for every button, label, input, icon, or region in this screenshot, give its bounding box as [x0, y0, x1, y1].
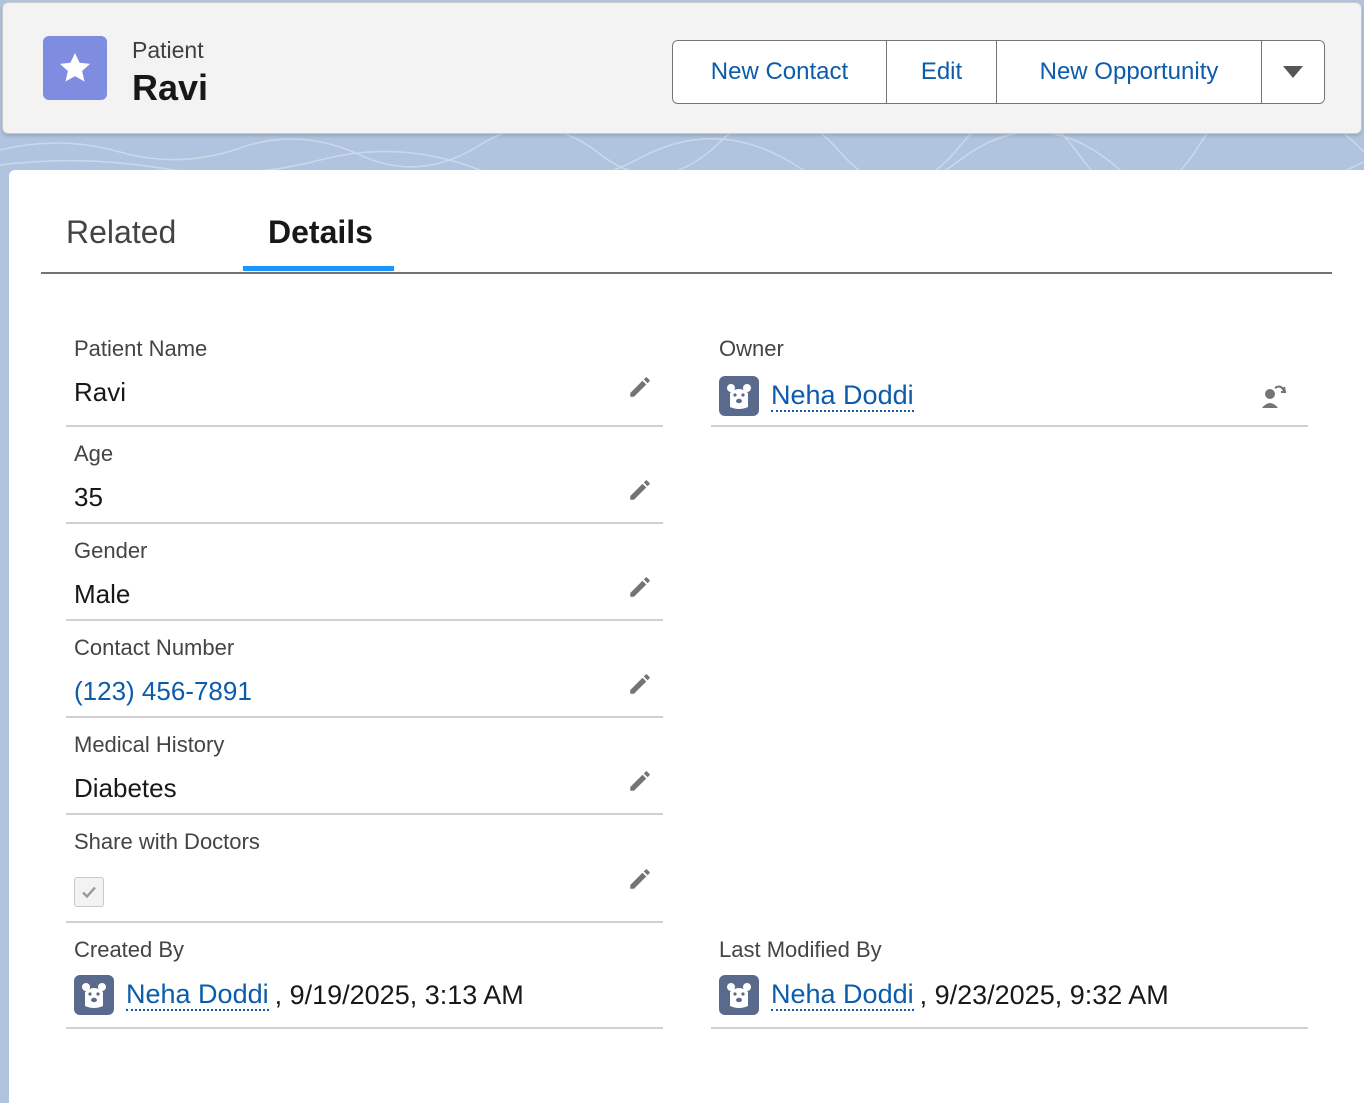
created-date: , 9/19/2025, 3:13 AM — [274, 979, 524, 1010]
share-with-doctors-checkbox — [74, 877, 104, 907]
pencil-icon[interactable] — [627, 477, 653, 503]
pencil-icon[interactable] — [627, 671, 653, 697]
bear-avatar-icon — [74, 975, 114, 1015]
field-value: Diabetes — [74, 773, 177, 803]
field-value: Male — [74, 579, 131, 609]
field-age: Age 35 — [66, 427, 663, 524]
active-tab-indicator — [243, 266, 394, 271]
pencil-icon[interactable] — [627, 768, 653, 794]
field-label: Last Modified By — [719, 937, 882, 962]
last-modified-date: , 9/23/2025, 9:32 AM — [919, 979, 1169, 1010]
record-header: Patient Ravi New Contact Edit New Opport… — [2, 2, 1362, 134]
created-by-user-link[interactable]: Neha Doddi — [126, 979, 269, 1011]
owner-user: Neha Doddi — [719, 376, 914, 416]
field-label: Gender — [74, 538, 148, 563]
field-last-modified-by: Last Modified By Neha Doddi , 9/23/2025,… — [711, 923, 1308, 1029]
record-title: Ravi — [132, 67, 209, 108]
last-modified-by-user: Neha Doddi , 9/23/2025, 9:32 AM — [719, 975, 1169, 1015]
owner-user-link[interactable]: Neha Doddi — [771, 380, 914, 412]
background-pattern — [0, 130, 1364, 175]
field-label: Share with Doctors — [74, 829, 260, 854]
chevron-down-icon — [1283, 66, 1303, 78]
field-created-by: Created By Neha Doddi , 9/19/2025, 3:13 … — [66, 923, 663, 1029]
star-icon — [43, 36, 107, 100]
bear-avatar-icon — [719, 975, 759, 1015]
pencil-icon[interactable] — [627, 866, 653, 892]
field-share-with-doctors: Share with Doctors — [66, 815, 663, 923]
field-contact-number: Contact Number (123) 456-7891 — [66, 621, 663, 718]
bear-avatar-icon — [719, 376, 759, 416]
field-medical-history: Medical History Diabetes — [66, 718, 663, 815]
field-value: 35 — [74, 482, 103, 512]
field-label: Medical History — [74, 732, 225, 757]
pencil-icon[interactable] — [627, 574, 653, 600]
tab-related[interactable]: Related — [66, 214, 176, 251]
field-label: Created By — [74, 937, 185, 962]
new-contact-button[interactable]: New Contact — [673, 41, 887, 103]
field-label: Patient Name — [74, 336, 208, 361]
tab-bar: Related Details — [41, 170, 1332, 274]
field-label: Contact Number — [74, 635, 235, 660]
field-value: Ravi — [74, 377, 127, 407]
more-actions-button[interactable] — [1262, 41, 1324, 103]
tab-details[interactable]: Details — [268, 214, 373, 251]
pencil-icon[interactable] — [627, 374, 653, 400]
object-type-label: Patient — [132, 37, 204, 63]
field-gender: Gender Male — [66, 524, 663, 621]
edit-button[interactable]: Edit — [887, 41, 997, 103]
last-modified-by-user-link[interactable]: Neha Doddi — [771, 979, 914, 1011]
created-by-user: Neha Doddi , 9/19/2025, 3:13 AM — [74, 975, 524, 1015]
field-patient-name: Patient Name Ravi — [66, 330, 663, 427]
details-card: Related Details Patient Name Ravi Age 35… — [9, 170, 1364, 1103]
field-label: Owner — [719, 336, 784, 361]
action-button-group: New Contact Edit New Opportunity — [672, 40, 1325, 104]
change-owner-icon[interactable] — [1260, 382, 1288, 410]
field-label: Age — [74, 441, 114, 466]
field-owner: Owner Neha Doddi — [711, 330, 1308, 427]
phone-link[interactable]: (123) 456-7891 — [74, 676, 252, 707]
checkmark-icon — [82, 886, 96, 899]
new-opportunity-button[interactable]: New Opportunity — [997, 41, 1262, 103]
